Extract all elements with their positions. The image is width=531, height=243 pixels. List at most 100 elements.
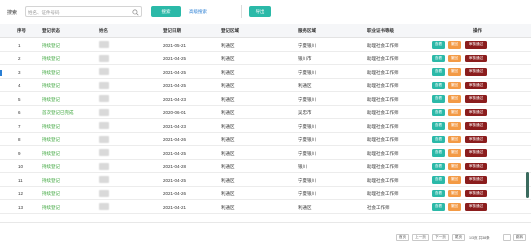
row-name-redacted <box>99 54 109 62</box>
row-status: 持续登记 <box>42 164 60 169</box>
revoke-button[interactable]: 撤回 <box>448 135 461 143</box>
revoke-button[interactable]: 撤回 <box>448 189 461 197</box>
table-row: 5 持续登记 2021-04-23 利通区 宁夏银川 助理社会工作师 查看 撤回 审核通过 <box>0 92 531 106</box>
revoke-button[interactable]: 撤回 <box>448 54 461 62</box>
row-region: 利通区 <box>221 42 235 48</box>
search-box[interactable] <box>25 6 142 17</box>
goto-page-button[interactable]: 跳转 <box>513 234 526 241</box>
row-area: 宁夏银川 <box>298 150 316 156</box>
row-index: 12 <box>18 191 24 196</box>
row-level: 助理社会工作师 <box>367 137 399 142</box>
view-button[interactable]: 查看 <box>432 41 445 49</box>
row-area: 宁夏银川 <box>298 42 316 48</box>
page-info: 1/3页 共38条 <box>469 235 490 240</box>
approve-button[interactable]: 审核通过 <box>465 189 487 197</box>
revoke-button[interactable]: 撤回 <box>448 203 461 211</box>
advanced-search-link[interactable]: 高级搜索 <box>189 9 207 15</box>
revoke-button[interactable]: 撤回 <box>448 108 461 116</box>
row-index: 5 <box>18 96 21 102</box>
view-button[interactable]: 查看 <box>432 122 445 130</box>
prev-page-button[interactable]: 上一页 <box>412 234 429 241</box>
view-button[interactable]: 查看 <box>432 149 445 157</box>
col-header-date: 登记日期 <box>163 28 181 33</box>
revoke-button[interactable]: 撤回 <box>448 41 461 49</box>
row-region: 利通区 <box>221 150 235 156</box>
last-page-button[interactable]: 尾页 <box>452 234 465 241</box>
row-name-redacted <box>99 149 109 156</box>
revoke-button[interactable]: 撤回 <box>448 81 461 89</box>
row-level: 助理社会工作师 <box>367 42 399 48</box>
row-date: 2021-04-21 <box>163 204 187 210</box>
view-button[interactable]: 查看 <box>432 95 445 103</box>
view-button[interactable]: 查看 <box>432 81 445 89</box>
table-row: 9 持续登记 2021-04-25 利通区 宁夏银川 助理社会工作师 查看 撤回 审核通过 <box>0 146 531 160</box>
view-button[interactable]: 查看 <box>432 54 445 62</box>
approve-button[interactable]: 审核通过 <box>465 54 487 62</box>
view-button[interactable]: 查看 <box>432 176 445 184</box>
approve-button[interactable]: 审核通过 <box>465 108 487 116</box>
row-region: 利通区 <box>221 83 235 88</box>
row-region: 利通区 <box>221 56 235 61</box>
row-level: 助理社会工作师 <box>367 83 399 88</box>
approve-button[interactable]: 审核通过 <box>465 149 487 157</box>
table-header: 序号 登记状态 姓名 登记日期 登记区域 服务区域 职业证书等级 操作 <box>0 24 531 38</box>
row-area: 吴忠市 <box>298 110 312 115</box>
view-button[interactable]: 查看 <box>432 162 445 170</box>
page-number-input[interactable] <box>503 234 511 241</box>
search-icon[interactable] <box>132 8 139 16</box>
revoke-button[interactable]: 撤回 <box>448 176 461 184</box>
view-button[interactable]: 查看 <box>432 68 445 76</box>
table-row: 11 持续登记 2021-04-25 利通区 宁夏银川 助理社会工作师 查看 撤回 审核通过 <box>0 173 531 187</box>
view-button[interactable]: 查看 <box>432 108 445 116</box>
revoke-button[interactable]: 撤回 <box>448 122 461 130</box>
row-name-redacted <box>99 108 109 116</box>
row-status: 持续登记 <box>42 96 60 102</box>
revoke-button[interactable]: 撤回 <box>448 149 461 157</box>
col-header-region: 登记区域 <box>221 28 239 33</box>
row-index: 2 <box>18 56 21 61</box>
approve-button[interactable]: 审核通过 <box>465 122 487 130</box>
table-row: 10 持续登记 2021-04-28 利通区 银川 助理社会工作师 查看 撤回 审核通过 <box>0 160 531 173</box>
approve-button[interactable]: 审核通过 <box>465 68 487 76</box>
revoke-button[interactable]: 撤回 <box>448 162 461 170</box>
approve-button[interactable]: 审核通过 <box>465 95 487 103</box>
row-area: 利通区 <box>298 83 312 88</box>
row-name-redacted <box>99 68 109 75</box>
revoke-button[interactable]: 撤回 <box>448 68 461 76</box>
row-date: 2021-04-26 <box>163 191 187 196</box>
view-button[interactable]: 查看 <box>432 203 445 211</box>
row-area: 宁夏银川 <box>298 177 316 183</box>
row-status: 持续登记 <box>42 177 60 183</box>
row-area: 银川 <box>298 164 307 169</box>
approve-button[interactable]: 审核通过 <box>465 176 487 184</box>
row-status: 持续登记 <box>42 42 60 48</box>
view-button[interactable]: 查看 <box>432 135 445 143</box>
row-index: 4 <box>18 83 21 88</box>
row-area: 宁夏银川 <box>298 123 316 129</box>
view-button[interactable]: 查看 <box>432 189 445 197</box>
approve-button[interactable]: 审核通过 <box>465 162 487 170</box>
table-row: 7 持续登记 2021-04-23 利通区 宁夏银川 助理社会工作师 查看 撤回 审核通过 <box>0 119 531 133</box>
search-button[interactable]: 搜索 <box>151 6 181 17</box>
first-page-button[interactable]: 首页 <box>396 234 409 241</box>
search-input[interactable] <box>28 8 128 16</box>
scrollbar-thumb[interactable] <box>526 172 529 198</box>
row-date: 2021-04-25 <box>163 177 187 183</box>
row-status: 持续登记 <box>42 123 60 129</box>
row-date: 2021-04-25 <box>163 150 187 156</box>
pagination: 首页 上一页 下一页 尾页 1/3页 共38条 跳转 <box>0 222 531 243</box>
approve-button[interactable]: 审核通过 <box>465 41 487 49</box>
table-row: 12 持续登记 2021-04-26 利通区 宁夏银川 助理社会工作师 查看 撤回 审核通过 <box>0 187 531 200</box>
row-region: 利通区 <box>221 110 235 115</box>
row-level: 助理社会工作师 <box>367 56 399 61</box>
row-status: 持续登记 <box>42 150 60 156</box>
approve-button[interactable]: 审核通过 <box>465 81 487 89</box>
next-page-button[interactable]: 下一页 <box>432 234 449 241</box>
row-status: 持续登记 <box>42 56 60 61</box>
approve-button[interactable]: 审核通过 <box>465 135 487 143</box>
revoke-button[interactable]: 撤回 <box>448 95 461 103</box>
row-index: 10 <box>18 164 24 169</box>
approve-button[interactable]: 审核通过 <box>465 203 487 211</box>
export-button[interactable]: 导出 <box>249 6 271 17</box>
row-date: 2021-04-25 <box>163 83 187 88</box>
